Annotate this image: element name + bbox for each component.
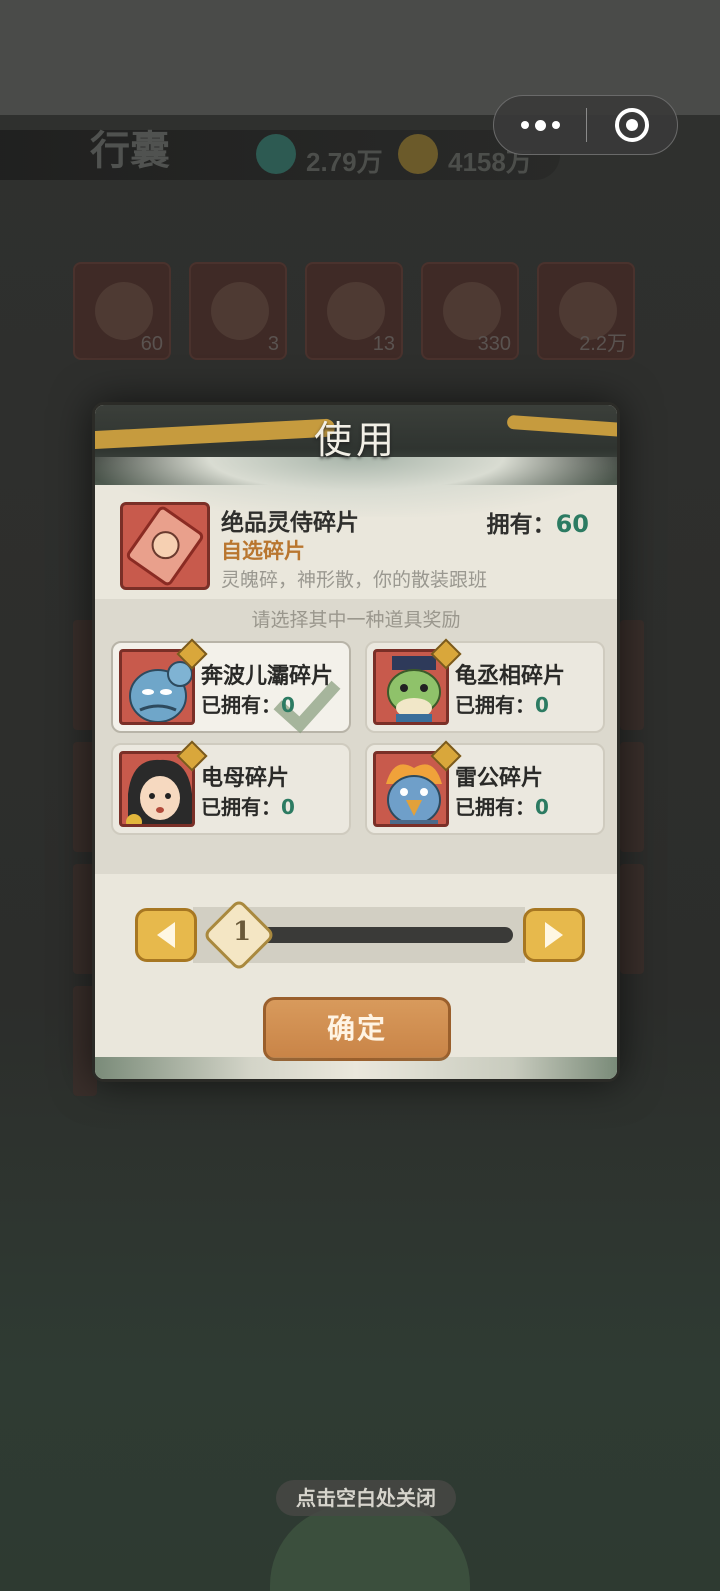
arrow-right-icon xyxy=(545,922,563,948)
more-dots-icon[interactable] xyxy=(494,96,586,154)
decrease-button[interactable] xyxy=(135,908,197,962)
option-owned: 已拥有：0 xyxy=(455,795,549,819)
item-description: 灵魄碎，神形散，你的散装跟班 xyxy=(221,569,488,591)
reward-option-benboerba[interactable]: 奔波儿灞碎片 已拥有：0 xyxy=(111,638,351,734)
slot-count: 13 xyxy=(372,333,395,355)
inventory-slot[interactable]: 13 xyxy=(305,262,403,360)
currency-1-value: 2.79万 xyxy=(306,147,383,177)
owned-count: 拥有：60 xyxy=(487,505,589,539)
confirm-button[interactable]: 确定 xyxy=(263,997,451,1061)
arrow-left-icon xyxy=(157,922,175,948)
inventory-slot[interactable]: 3 xyxy=(189,262,287,360)
inventory-slot[interactable]: 330 xyxy=(421,262,519,360)
slot-count: 330 xyxy=(477,333,511,355)
inventory-slot-edge xyxy=(620,620,644,730)
slot-count: 60 xyxy=(140,333,163,355)
target-close-icon[interactable] xyxy=(587,96,677,154)
inventory-slot-edge xyxy=(620,742,644,852)
option-name: 雷公碎片 xyxy=(455,766,544,791)
inventory-slot[interactable]: 2.2万 xyxy=(537,262,635,360)
dialog-title: 使用 xyxy=(313,418,398,462)
jade-currency-icon xyxy=(256,134,296,174)
item-name: 绝品灵侍碎片 xyxy=(221,510,359,536)
coin-currency-icon xyxy=(398,134,438,174)
inventory-slot[interactable]: 60 xyxy=(73,262,171,360)
quantity-value: 1 xyxy=(232,917,252,947)
inventory-title: 行囊 xyxy=(90,127,170,174)
use-dialog: 使用 绝品灵侍碎片 自选碎片 灵魄碎，神形散，你的散装跟班 拥有：60 请选择其… xyxy=(92,402,620,1082)
quantity-slider: 1 xyxy=(135,898,585,972)
item-icon xyxy=(95,282,153,340)
option-owned: 已拥有：0 xyxy=(201,693,295,717)
slot-count: 3 xyxy=(267,333,279,355)
reward-choice-panel: 请选择其中一种道具奖励 奔波儿灞碎片 已拥有：0 龟丞相碎片 已拥有：0 电母碎… xyxy=(95,599,617,874)
miniprogram-capsule xyxy=(493,95,678,155)
item-icon xyxy=(211,282,269,340)
increase-button[interactable] xyxy=(523,908,585,962)
owned-label: 拥有： xyxy=(486,512,556,538)
item-fragment-icon xyxy=(120,502,210,590)
reward-option-guichengxiang[interactable]: 龟丞相碎片 已拥有：0 xyxy=(365,638,605,733)
inventory-slot-edge xyxy=(620,864,644,974)
option-owned: 已拥有：0 xyxy=(455,693,549,717)
close-hint[interactable]: 点击空白处关闭 xyxy=(276,1480,456,1516)
reward-option-dianmu[interactable]: 电母碎片 已拥有：0 xyxy=(111,740,351,835)
cloud-ornament xyxy=(95,1057,617,1079)
slot-count: 2.2万 xyxy=(579,333,627,355)
option-name: 龟丞相碎片 xyxy=(455,664,566,689)
owned-value: 60 xyxy=(555,510,589,538)
option-name: 奔波儿灞碎片 xyxy=(201,664,334,689)
reward-option-leigong[interactable]: 雷公碎片 已拥有：0 xyxy=(365,740,605,835)
item-icon xyxy=(443,282,501,340)
item-icon xyxy=(327,282,385,340)
slider-track[interactable] xyxy=(245,927,513,943)
item-type: 自选碎片 xyxy=(221,539,305,563)
option-name: 电母碎片 xyxy=(201,766,290,791)
option-owned: 已拥有：0 xyxy=(201,795,295,819)
choose-label: 请选择其中一种道具奖励 xyxy=(251,609,461,631)
